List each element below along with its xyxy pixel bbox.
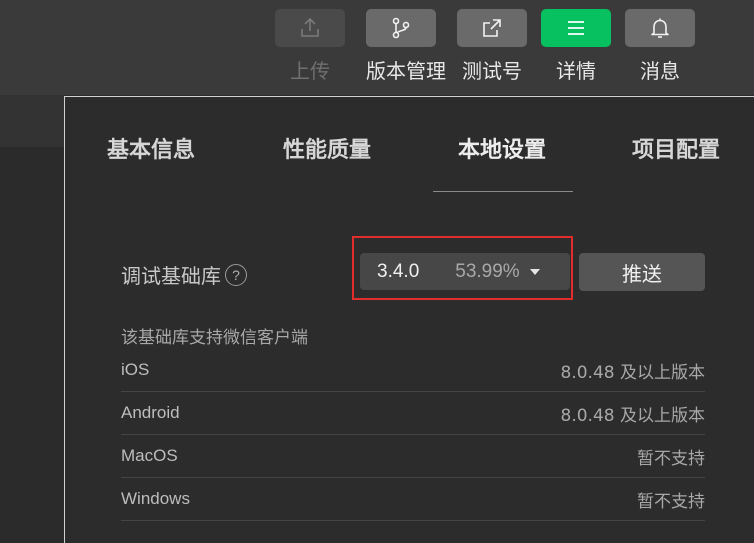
details-panel: 基本信息 性能质量 本地设置 项目配置 调试基础库 ? 3.4.0 53.99%… bbox=[64, 96, 754, 543]
library-version-select[interactable]: 3.4.0 53.99% bbox=[360, 253, 570, 290]
support-list: iOS 8.0.48 及以上版本 Android 8.0.48 及以上版本 Ma… bbox=[121, 349, 705, 521]
debug-library-label: 调试基础库 bbox=[121, 264, 221, 288]
messages-label: 消息 bbox=[640, 59, 680, 83]
tab-local-settings[interactable]: 本地设置 bbox=[458, 137, 546, 165]
support-row-ios: iOS 8.0.48 及以上版本 bbox=[121, 349, 705, 392]
toolbar-details[interactable]: 详情 bbox=[541, 9, 611, 83]
active-tab-underline bbox=[433, 191, 573, 192]
branch-icon bbox=[392, 17, 410, 39]
support-title: 该基础库支持微信客户端 bbox=[121, 328, 308, 348]
version-manage-label: 版本管理 bbox=[366, 59, 446, 83]
bell-icon bbox=[651, 18, 669, 38]
push-button[interactable]: 推送 bbox=[579, 253, 705, 291]
tab-performance[interactable]: 性能质量 bbox=[283, 137, 371, 165]
details-button[interactable] bbox=[541, 9, 611, 47]
support-row-android: Android 8.0.48 及以上版本 bbox=[121, 392, 705, 435]
upload-label: 上传 bbox=[290, 59, 330, 83]
debug-library-row-label: 调试基础库 ? bbox=[121, 260, 247, 289]
platform-name: Windows bbox=[121, 489, 190, 508]
support-row-macos: MacOS 暂不支持 bbox=[121, 435, 705, 478]
toolbar-messages[interactable]: 消息 bbox=[625, 9, 695, 83]
library-coverage-percent: 53.99% bbox=[455, 260, 520, 282]
upload-button[interactable] bbox=[275, 9, 345, 47]
version-manage-button[interactable] bbox=[366, 9, 436, 47]
external-link-icon bbox=[483, 19, 501, 37]
left-background-strip bbox=[0, 95, 65, 147]
tab-project-config[interactable]: 项目配置 bbox=[632, 137, 720, 165]
toolbar-upload[interactable]: 上传 bbox=[275, 9, 345, 83]
tab-basic-info[interactable]: 基本信息 bbox=[107, 137, 195, 165]
help-icon[interactable]: ? bbox=[225, 263, 247, 286]
support-row-windows: Windows 暂不支持 bbox=[121, 478, 705, 521]
upload-icon bbox=[301, 17, 319, 37]
platform-name: Android bbox=[121, 403, 180, 422]
top-toolbar: 上传 版本管理 测试号 详情 消息 bbox=[0, 0, 754, 95]
platform-requirement: 8.0.48 及以上版本 bbox=[560, 405, 705, 426]
platform-name: iOS bbox=[121, 360, 150, 379]
test-account-label: 测试号 bbox=[462, 59, 522, 83]
app-root: 上传 版本管理 测试号 详情 消息 基本信息 性能质量 本地设置 项目配置 调试… bbox=[0, 0, 754, 543]
platform-requirement: 8.0.48 及以上版本 bbox=[560, 362, 705, 383]
tab-bar: 基本信息 性能质量 本地设置 项目配置 bbox=[65, 97, 754, 192]
test-account-button[interactable] bbox=[457, 9, 527, 47]
library-version-value: 3.4.0 bbox=[377, 260, 420, 282]
toolbar-version-manage[interactable]: 版本管理 bbox=[366, 9, 446, 83]
platform-requirement: 暂不支持 bbox=[637, 491, 705, 512]
platform-name: MacOS bbox=[121, 446, 178, 465]
details-label: 详情 bbox=[556, 59, 596, 83]
platform-requirement: 暂不支持 bbox=[637, 448, 705, 469]
caret-down-icon bbox=[529, 268, 540, 275]
toolbar-test-account[interactable]: 测试号 bbox=[457, 9, 527, 83]
messages-button[interactable] bbox=[625, 9, 695, 47]
menu-icon bbox=[568, 21, 584, 35]
